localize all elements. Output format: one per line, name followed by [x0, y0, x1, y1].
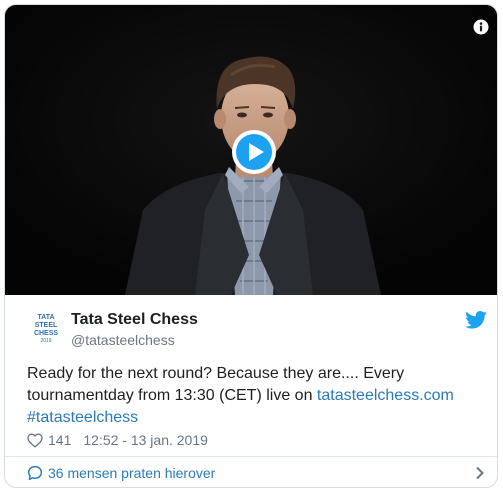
hashtag-link[interactable]: #tatasteelchess	[27, 409, 138, 426]
author-handle[interactable]: @tatasteelchess	[71, 332, 175, 348]
tweet-line-1: Ready for the next round? Because they a…	[27, 365, 405, 382]
play-icon[interactable]	[231, 129, 277, 175]
tweet-text: Ready for the next round? Because they a…	[27, 363, 487, 429]
video-player[interactable]	[5, 5, 497, 295]
tweet-line-3: #tatasteelchess	[27, 407, 487, 429]
heart-icon[interactable]	[27, 432, 43, 448]
tweet-line-2: tournamentday from 13:30 (CET) live on t…	[27, 385, 487, 407]
author-name[interactable]: Tata Steel Chess	[71, 311, 198, 329]
like-count[interactable]: 141	[48, 432, 71, 448]
tweet-line-2-text: tournamentday from 13:30 (CET) live on	[27, 387, 317, 404]
avatar-line-1: TATA	[37, 314, 54, 321]
conversation-link[interactable]: 36 mensen praten hierover	[5, 457, 497, 487]
tweet-card: TATA STEEL CHESS 2019 Tata Steel Chess @…	[4, 4, 498, 488]
conversation-count[interactable]: 36 mensen praten hierover	[48, 465, 215, 481]
tweet-header: TATA STEEL CHESS 2019 Tata Steel Chess @…	[5, 295, 497, 355]
website-link[interactable]: tatasteelchess.com	[317, 387, 454, 404]
tweet-meta: 141 12:52 - 13 jan. 2019	[27, 431, 208, 449]
avatar[interactable]: TATA STEEL CHESS 2019	[27, 309, 65, 347]
avatar-line-2: STEEL	[35, 322, 58, 329]
chevron-right-icon	[476, 466, 484, 480]
speech-bubble-icon	[27, 465, 43, 481]
avatar-line-4: 2019	[40, 338, 51, 344]
avatar-line-3: CHESS	[34, 330, 58, 337]
tweet-timestamp[interactable]: 12:52 - 13 jan. 2019	[83, 432, 208, 448]
twitter-bird-icon[interactable]	[465, 311, 487, 329]
info-icon[interactable]	[473, 19, 489, 35]
